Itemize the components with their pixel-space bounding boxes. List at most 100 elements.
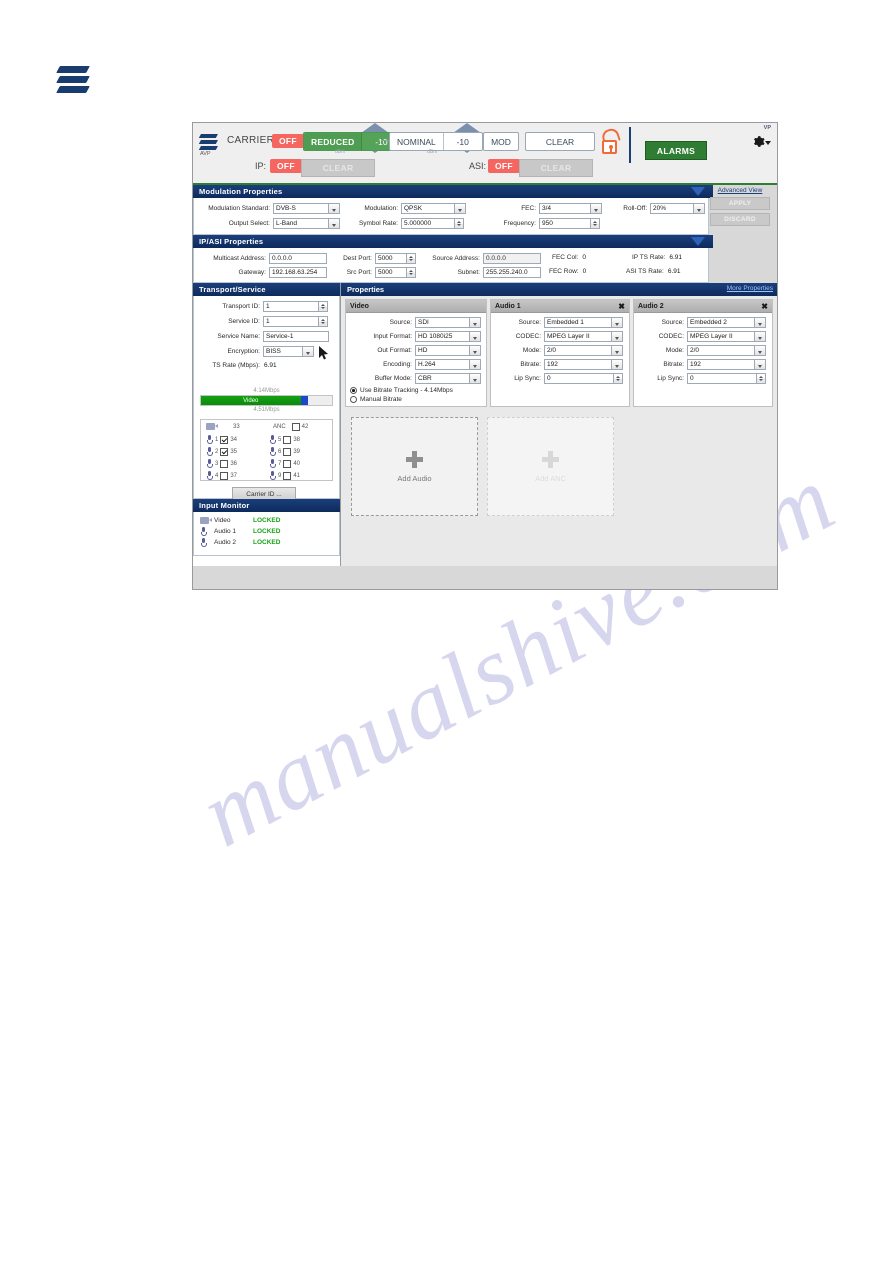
advanced-view-link[interactable]: Advanced View xyxy=(703,185,777,194)
ipasi-collapse-triangle-icon[interactable] xyxy=(691,237,705,246)
more-properties-link[interactable]: More Properties xyxy=(727,285,773,292)
audio2-codec-input[interactable]: MPEG Layer II xyxy=(687,331,755,342)
video-out-format-dropdown-icon[interactable] xyxy=(470,345,481,356)
src-port-stepper[interactable] xyxy=(407,267,416,278)
add-anc-button[interactable]: Add ANC xyxy=(487,417,614,516)
audio2-mode-input[interactable]: 2/0 xyxy=(687,345,755,356)
transport-id-input[interactable]: 1 xyxy=(263,301,319,312)
gateway-input[interactable]: 192.168.63.254 xyxy=(269,267,327,278)
audio1-mode-dropdown-icon[interactable] xyxy=(612,345,623,356)
carrier-state-toggle[interactable]: OFF xyxy=(272,134,304,148)
dest-port-input[interactable]: 5000 xyxy=(375,253,407,264)
add-audio-button[interactable]: Add Audio xyxy=(351,417,478,516)
modulation-standard-input[interactable]: DVB-S xyxy=(273,203,329,214)
audio1-bitrate-input[interactable]: 192 xyxy=(544,359,612,370)
encryption-dropdown-icon[interactable] xyxy=(303,346,314,357)
audio-pid-checkbox[interactable] xyxy=(220,447,229,456)
dest-port-stepper[interactable] xyxy=(407,253,416,264)
frequency-stepper[interactable] xyxy=(591,218,600,229)
service-name-input[interactable]: Service-1 xyxy=(263,331,329,342)
symbol-rate-stepper[interactable] xyxy=(455,218,464,229)
gear-icon[interactable] xyxy=(752,135,765,148)
settings-menu[interactable] xyxy=(752,135,772,149)
audio1-close-icon[interactable]: ✖ xyxy=(618,302,625,311)
ip-state-toggle[interactable]: OFF xyxy=(270,159,302,173)
video-source-dropdown-icon[interactable] xyxy=(470,317,481,328)
fec-input[interactable]: 3/4 xyxy=(539,203,591,214)
lock-icon[interactable] xyxy=(599,126,621,157)
video-out-format-input[interactable]: HD xyxy=(415,345,470,356)
audio1-codec-input[interactable]: MPEG Layer II xyxy=(544,331,612,342)
gateway-label: Gateway: xyxy=(238,269,266,276)
carrier-clear-button[interactable]: CLEAR xyxy=(525,132,595,151)
audio2-bitrate-dropdown-icon[interactable] xyxy=(755,359,766,370)
apply-button[interactable]: APPLY xyxy=(710,197,770,210)
video-buffer-mode-dropdown-icon[interactable] xyxy=(470,373,481,384)
rolloff-input[interactable]: 20% xyxy=(650,203,694,214)
source-address-input[interactable]: 0.0.0.0 xyxy=(483,253,541,264)
modulation-input[interactable]: QPSK xyxy=(401,203,455,214)
discard-button[interactable]: DISCARD xyxy=(710,213,770,226)
service-id-input[interactable]: 1 xyxy=(263,316,319,327)
modulation-standard-dropdown-icon[interactable] xyxy=(329,203,340,214)
audio-pid-checkbox[interactable] xyxy=(220,435,229,444)
audio2-close-icon[interactable]: ✖ xyxy=(761,302,768,311)
asi-clear-button[interactable]: CLEAR xyxy=(519,159,593,177)
fec-dropdown-icon[interactable] xyxy=(591,203,602,214)
transport-id-stepper[interactable] xyxy=(319,301,328,312)
bitrate-tracking-radio[interactable] xyxy=(350,387,357,394)
anc-checkbox[interactable] xyxy=(291,423,300,431)
modulation-properties-header[interactable]: Modulation Properties xyxy=(193,185,713,198)
frequency-input[interactable]: 950 xyxy=(539,218,591,229)
audio2-card-title: Audio 2 xyxy=(638,302,664,310)
output-select-input[interactable]: L-Band xyxy=(273,218,329,229)
audio1-source-dropdown-icon[interactable] xyxy=(612,317,623,328)
audio1-codec-dropdown-icon[interactable] xyxy=(612,331,623,342)
audio1-lipsync-stepper[interactable] xyxy=(614,373,623,384)
transport-service-header[interactable]: Transport/Service xyxy=(193,283,340,296)
audio2-lipsync-stepper[interactable] xyxy=(757,373,766,384)
encryption-input[interactable]: BISS xyxy=(263,346,303,357)
audio2-codec-dropdown-icon[interactable] xyxy=(755,331,766,342)
audio1-lipsync-input[interactable]: 0 xyxy=(544,373,614,384)
asi-state-toggle[interactable]: OFF xyxy=(488,159,520,173)
manual-bitrate-option[interactable]: Manual Bitrate xyxy=(350,396,482,403)
video-encoding-dropdown-icon[interactable] xyxy=(470,359,481,370)
video-input-format-dropdown-icon[interactable] xyxy=(470,331,481,342)
video-source-input[interactable]: SDI xyxy=(415,317,470,328)
chevron-down-icon[interactable] xyxy=(765,141,771,145)
symbol-rate-input[interactable]: 5.000000 xyxy=(401,218,455,229)
audio2-lipsync-input[interactable]: 0 xyxy=(687,373,757,384)
src-port-input[interactable]: 5000 xyxy=(375,267,407,278)
audio2-mode-dropdown-icon[interactable] xyxy=(755,345,766,356)
audio2-source-dropdown-icon[interactable] xyxy=(755,317,766,328)
input-monitor-header[interactable]: Input Monitor xyxy=(193,499,340,512)
mod-button[interactable]: MOD xyxy=(483,132,519,151)
alarms-button[interactable]: ALARMS xyxy=(645,141,707,160)
audio-pid-checkbox[interactable] xyxy=(283,447,292,456)
multicast-address-input[interactable]: 0.0.0.0 xyxy=(269,253,327,264)
bitrate-tracking-option[interactable]: Use Bitrate Tracking - 4.14Mbps xyxy=(350,387,482,394)
audio-pid-checkbox[interactable] xyxy=(220,459,229,468)
reduced-power-button[interactable]: REDUCED -10 xyxy=(303,132,402,151)
video-input-format-input[interactable]: HD 1080i25 xyxy=(415,331,470,342)
output-select-dropdown-icon[interactable] xyxy=(329,218,340,229)
video-buffer-mode-input[interactable]: CBR xyxy=(415,373,470,384)
audio1-mode-input[interactable]: 2/0 xyxy=(544,345,612,356)
audio2-source-input[interactable]: Embedded 2 xyxy=(687,317,755,328)
video-encoding-input[interactable]: H.264 xyxy=(415,359,470,370)
audio-pid-checkbox[interactable] xyxy=(220,471,229,480)
audio2-bitrate-input[interactable]: 192 xyxy=(687,359,755,370)
audio-pid-checkbox[interactable] xyxy=(283,471,292,480)
audio-pid-checkbox[interactable] xyxy=(283,459,292,468)
audio1-bitrate-dropdown-icon[interactable] xyxy=(612,359,623,370)
audio1-source-input[interactable]: Embedded 1 xyxy=(544,317,612,328)
modulation-dropdown-icon[interactable] xyxy=(455,203,466,214)
subnet-input[interactable]: 255.255.240.0 xyxy=(483,267,541,278)
service-id-stepper[interactable] xyxy=(319,316,328,327)
input-monitor-status: LOCKED xyxy=(253,528,281,535)
ip-clear-button[interactable]: CLEAR xyxy=(301,159,375,177)
audio-pid-checkbox[interactable] xyxy=(283,435,292,444)
ipasi-properties-header[interactable]: IP/ASI Properties xyxy=(193,235,713,248)
manual-bitrate-radio[interactable] xyxy=(350,396,357,403)
